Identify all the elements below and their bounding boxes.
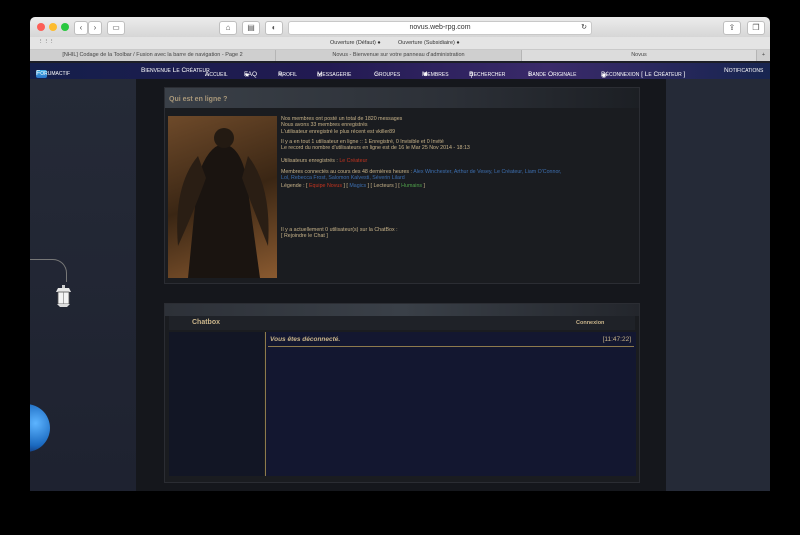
chatbox-connect-button[interactable]: Connexion — [576, 320, 604, 326]
legend-magics[interactable]: Magics — [349, 183, 366, 189]
nav-label: FAQ — [244, 71, 258, 78]
tab-admin-panel[interactable]: Novus - Bienvenue sur votre panneau d'ad… — [276, 50, 522, 61]
forum-main-column: Qui est en ligne ? Nos membres ont posté… — [136, 79, 666, 491]
left-background-decoration — [30, 79, 136, 491]
back-button[interactable]: ‹ — [74, 21, 88, 35]
chatbox-panel: Chatbox Connexion Vous êtes déconnecté. … — [164, 303, 640, 483]
close-window-button[interactable] — [37, 23, 45, 31]
chatbox-messages: Vous êtes déconnecté. [11:47:22] — [265, 332, 636, 476]
sidebar-icon: ▭ — [112, 23, 120, 32]
recent-members-line-2: Lol, Rebecca Frost, Salomon Kalvesti, Sé… — [281, 175, 633, 181]
chatbox-title: Chatbox — [192, 319, 220, 326]
chatbox-message-row: Vous êtes déconnecté. [11:47:22] — [268, 334, 634, 347]
tabs-icon: ❐ — [752, 23, 760, 32]
record-online-text: Le record du nombre d'utilisateurs en li… — [281, 145, 470, 152]
nav-label: Déconnexion [ Le Créateur ] — [601, 71, 686, 78]
zoom-window-button[interactable] — [61, 23, 69, 31]
chevron-left-icon: ‹ — [79, 23, 83, 32]
angel-statue-image — [168, 116, 277, 278]
forward-button[interactable]: › — [88, 21, 102, 35]
nav-label: Rechercher — [469, 71, 506, 78]
privacy-icon: ◐ — [271, 23, 277, 32]
tab-label: Novus — [631, 52, 647, 58]
reader-icon: ▤ — [247, 23, 255, 32]
legend-label: Légende : — [281, 183, 305, 190]
nav-label: Groupes — [374, 71, 401, 78]
tab-toolbar-codage[interactable]: [NHIL] Codage de la Toolbar / Fusion ave… — [30, 50, 276, 61]
tab-overview-button[interactable]: ❐ — [747, 21, 765, 35]
join-chat-link[interactable]: [ Rejoindre le Chat ] — [281, 233, 633, 239]
chatbox-header: Chatbox Connexion — [169, 316, 635, 330]
registered-user-link[interactable]: Le Créateur — [339, 158, 367, 164]
nav-label: Membres — [422, 71, 449, 78]
legend-equipe[interactable]: Equipe Novus — [309, 183, 342, 189]
bookmarks-bar: ⋮⋮⋮ Ouverture (Défaut) ● Ouverture (Subs… — [30, 37, 770, 50]
logo-text: Forumactif — [36, 70, 70, 77]
share-icon: ⇪ — [728, 23, 736, 32]
tab-label: Novus - Bienvenue sur votre panneau d'ad… — [332, 52, 465, 58]
forum-toolbar: Forumactif Bienvenue Le Créateur ⌂ Accuei… — [30, 63, 770, 79]
plus-icon: + — [761, 52, 766, 58]
address-bar[interactable]: novus.web-rpg.com ↻ — [288, 21, 592, 35]
legend-humains[interactable]: Humains — [401, 183, 422, 189]
notifications-button[interactable]: Notifications — [724, 67, 763, 74]
newest-member-text: L'utilisateur enregistré le plus récent … — [281, 128, 396, 135]
new-tab-button[interactable]: + — [757, 50, 770, 61]
bookmark-item[interactable]: Ouverture (Défaut) ● — [330, 40, 381, 46]
connected-users-link[interactable]: Lol, Rebecca Frost, Salomon Kalvesti, Sé… — [281, 175, 405, 181]
extension-button[interactable]: ◐ — [265, 21, 283, 35]
reload-icon[interactable]: ↻ — [581, 22, 587, 34]
message-timestamp: [11:47:22] — [602, 336, 631, 343]
legend-line: Légende : [ Equipe Novus ] [ Magics ] [ … — [281, 183, 426, 190]
connected-users-link[interactable]: Alex Winchester, Arthur de Vesey, Le Cré… — [413, 169, 561, 175]
disconnected-message: Vous êtes déconnecté. — [270, 336, 341, 343]
home-button[interactable]: ⌂ — [219, 21, 237, 35]
panel-title: Qui est en ligne ? — [169, 96, 228, 103]
lantern-image — [55, 284, 72, 308]
planet-image — [30, 404, 50, 452]
reader-button[interactable]: ▤ — [242, 21, 260, 35]
welcome-text: Bienvenue Le Créateur — [141, 67, 210, 74]
connected-label: Membres connectés au cours des 48 derniè… — [281, 168, 413, 175]
page-content: Qui est en ligne ? Nos membres ont posté… — [30, 79, 770, 491]
chevron-right-icon: › — [93, 23, 97, 32]
panel-header: Qui est en ligne ? — [165, 88, 639, 108]
nav-label: Bande Originale — [528, 71, 577, 78]
chatbox-header-bg — [165, 304, 639, 316]
nav-label: Messagerie — [317, 71, 352, 78]
online-stats: Nos membres ont posté un total de 1820 m… — [281, 116, 633, 239]
address-text: novus.web-rpg.com — [409, 24, 471, 31]
share-button[interactable]: ⇪ — [723, 21, 741, 35]
bookmark-item[interactable]: Ouverture (Subsidiaire) ● — [398, 40, 460, 46]
right-background-decoration — [666, 79, 770, 491]
nav-label: Profil — [278, 71, 298, 78]
browser-window: ‹ › ▭ ⌂ ▤ ◐ novus.web-rpg.com ↻ ⇪ ❐ ⋮⋮⋮ … — [30, 17, 770, 491]
legend-lecteurs[interactable]: Lecteurs — [373, 183, 393, 189]
sidebar-button[interactable]: ▭ — [107, 21, 125, 35]
tab-bar: [NHIL] Codage de la Toolbar / Fusion ave… — [30, 50, 770, 61]
apps-grid-icon[interactable]: ⋮⋮⋮ — [38, 39, 55, 45]
home-icon: ⌂ — [225, 23, 231, 32]
tab-label: [NHIL] Codage de la Toolbar / Fusion ave… — [62, 52, 243, 58]
title-bar: ‹ › ▭ ⌂ ▤ ◐ novus.web-rpg.com ↻ ⇪ ❐ — [30, 17, 770, 37]
lamp-bracket — [30, 259, 67, 282]
registered-users-line: Utilisateurs enregistrés : Le Créateur — [281, 158, 633, 164]
nav-label: Accueil — [205, 71, 228, 78]
tab-novus[interactable]: Novus — [522, 50, 757, 61]
who-is-online-panel: Qui est en ligne ? Nos membres ont posté… — [164, 87, 640, 284]
minimize-window-button[interactable] — [49, 23, 57, 31]
registered-label: Utilisateurs enregistrés : — [281, 158, 338, 165]
chatbox-user-list — [169, 332, 264, 476]
